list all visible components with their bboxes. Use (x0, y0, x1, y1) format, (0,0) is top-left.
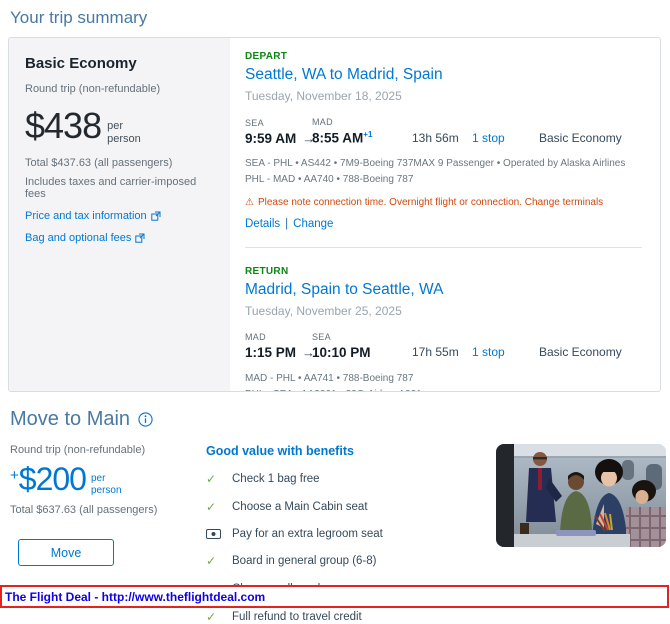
return-destination-column: SEA 10:10 PM (312, 332, 412, 360)
return-leg-1: MAD - PHL • AA741 • 788-Boeing 787 (245, 372, 414, 384)
cabin-photo (496, 444, 666, 547)
return-arrive-time-value: 10:10 PM (312, 345, 371, 360)
return-origin-column: MAD 1:15 PM → (245, 332, 315, 360)
depart-leg-1: SEA - PHL • AS442 • 7M9-Boeing 737MAX 9 … (245, 158, 626, 169)
fare-trip-type: Round trip (non-refundable) (25, 83, 161, 95)
external-link-icon (150, 211, 161, 221)
depart-stops-link[interactable]: 1 stop (472, 131, 539, 145)
destination-station-code: SEA (312, 332, 331, 342)
return-segment: RETURN Madrid, Spain to Seattle, WA Tues… (245, 266, 642, 392)
depart-leg-2: PHL - MAD • AA740 • 788-Boeing 787 (245, 174, 414, 185)
depart-time: 9:59 AM → (245, 130, 315, 146)
check-icon: ✓ (206, 610, 217, 624)
return-arrive-time: 10:10 PM (312, 346, 412, 360)
depart-destination-column: MAD 8:55 AM+1 (312, 117, 412, 145)
link-separator: | (285, 218, 289, 230)
depart-warning-text: Please note connection time. Overnight f… (257, 197, 604, 208)
benefit-text: Pay for an extra legroom seat (232, 528, 383, 540)
move-button[interactable]: Move (18, 539, 114, 566)
benefit-item: ✓ Check 1 bag free (206, 472, 484, 486)
depart-origin-column: SEA 9:59 AM → (245, 117, 315, 146)
depart-time-value: 9:59 AM (245, 130, 297, 146)
origin-station-code: MAD (245, 332, 266, 342)
upsell-title: Move to Main (10, 408, 131, 430)
benefit-text: Board in general group (6-8) (232, 555, 377, 567)
cabin-photo-illustration (496, 444, 666, 547)
benefit-text: Check 1 bag free (232, 473, 320, 485)
return-route-title: Madrid, Spain to Seattle, WA (245, 281, 444, 298)
destination-station-code: MAD (312, 117, 333, 127)
fare-class-title: Basic Economy (25, 55, 137, 72)
return-depart-time: 1:15 PM → (245, 345, 315, 360)
return-stops-link[interactable]: 1 stop (472, 346, 539, 359)
depart-date: Tuesday, November 18, 2025 (245, 89, 402, 103)
return-label: RETURN (245, 266, 289, 277)
depart-segment: DEPART Seattle, WA to Madrid, Spain Tues… (245, 51, 642, 230)
depart-label: DEPART (245, 51, 288, 62)
depart-warning: ⚠ Please note connection time. Overnight … (245, 197, 642, 208)
upsell-price: + $200 per person (10, 461, 206, 497)
benefit-item: ✓ Choose a Main Cabin seat (206, 500, 484, 514)
depart-links: Details | Change (245, 218, 642, 230)
person-label: person (107, 132, 141, 145)
per-label: per (90, 473, 106, 484)
return-leg-2: PHL - SEA • AA2361 • 32Q-Airbus A321neo (245, 387, 642, 392)
check-icon: ✓ (206, 472, 217, 486)
depart-change-link[interactable]: Change (293, 218, 333, 230)
fare-price-amount: $438 (25, 105, 102, 146)
check-icon: ✓ (206, 500, 217, 514)
footer-banner: The Flight Deal - http://www.theflightde… (0, 585, 669, 608)
return-depart-time-value: 1:15 PM (245, 345, 297, 360)
price-tax-link-label: Price and tax information (25, 210, 147, 223)
check-icon: ✓ (206, 554, 217, 568)
trip-summary-card: Basic Economy Round trip (non-refundable… (8, 37, 661, 392)
warning-icon: ⚠ (245, 197, 254, 208)
benefit-item: ✓ Full refund to travel credit (206, 610, 484, 624)
depart-cabin: Basic Economy (539, 130, 622, 145)
money-icon (206, 529, 232, 539)
depart-details-link[interactable]: Details (245, 218, 280, 230)
person-label: person (90, 484, 122, 496)
benefits-title: Good value with benefits (206, 444, 354, 458)
plus-sign: + (10, 467, 19, 484)
origin-station-code: SEA (245, 117, 264, 128)
upsell-title-row: Move to Main (10, 408, 670, 431)
benefit-text: Full refund to travel credit (232, 611, 362, 623)
return-duration: 17h 55m (412, 345, 459, 360)
segment-divider (245, 247, 642, 248)
depart-times-row: SEA 9:59 AM → MAD 8:55 AM+1 13h 56m 1 sto… (245, 117, 642, 145)
price-tax-information-link[interactable]: Price and tax information (25, 210, 214, 222)
upsell-price-amount: $200 (18, 461, 87, 497)
return-times-row: MAD 1:15 PM → SEA 10:10 PM 17h 55m 1 stop… (245, 332, 642, 360)
fare-includes-note: Includes taxes and carrier-imposed fees (25, 176, 197, 201)
return-flight-details: MAD - PHL • AA741 • 788-Boeing 787 PHL -… (245, 371, 642, 392)
benefit-text: Choose a Main Cabin seat (232, 501, 368, 513)
bag-fees-link-label: Bag and optional fees (25, 232, 132, 245)
upsell-price-unit: per person (91, 473, 122, 496)
benefit-item: Pay for an extra legroom seat (206, 528, 484, 540)
external-link-icon (135, 233, 145, 243)
arrive-time: 8:55 AM+1 (312, 131, 412, 145)
return-date: Tuesday, November 25, 2025 (245, 304, 402, 318)
depart-route-title: Seattle, WA to Madrid, Spain (245, 66, 443, 83)
upsell-total: Total $637.63 (all passengers) (10, 504, 158, 516)
fare-panel: Basic Economy Round trip (non-refundable… (9, 38, 230, 391)
fare-total: Total $437.63 (all passengers) (25, 157, 173, 170)
upsell-trip-type: Round trip (non-refundable) (10, 444, 146, 456)
fare-price: $438 per person (25, 105, 214, 146)
per-label: per (107, 120, 123, 132)
benefit-item: ✓ Board in general group (6-8) (206, 554, 484, 568)
info-icon[interactable] (138, 412, 153, 427)
fare-price-unit: per person (107, 120, 141, 145)
bag-optional-fees-link[interactable]: Bag and optional fees (25, 232, 214, 244)
return-cabin: Basic Economy (539, 345, 622, 360)
arrive-time-value: 8:55 AM (312, 130, 364, 146)
itinerary-column: DEPART Seattle, WA to Madrid, Spain Tues… (230, 38, 660, 391)
day-offset-badge: +1 (363, 130, 373, 139)
page-title: Your trip summary (10, 8, 148, 27)
footer-banner-link: The Flight Deal - http://www.theflightde… (5, 589, 266, 604)
depart-flight-details: SEA - PHL • AS442 • 7M9-Boeing 737MAX 9 … (245, 156, 642, 188)
depart-duration: 13h 56m (412, 130, 459, 145)
